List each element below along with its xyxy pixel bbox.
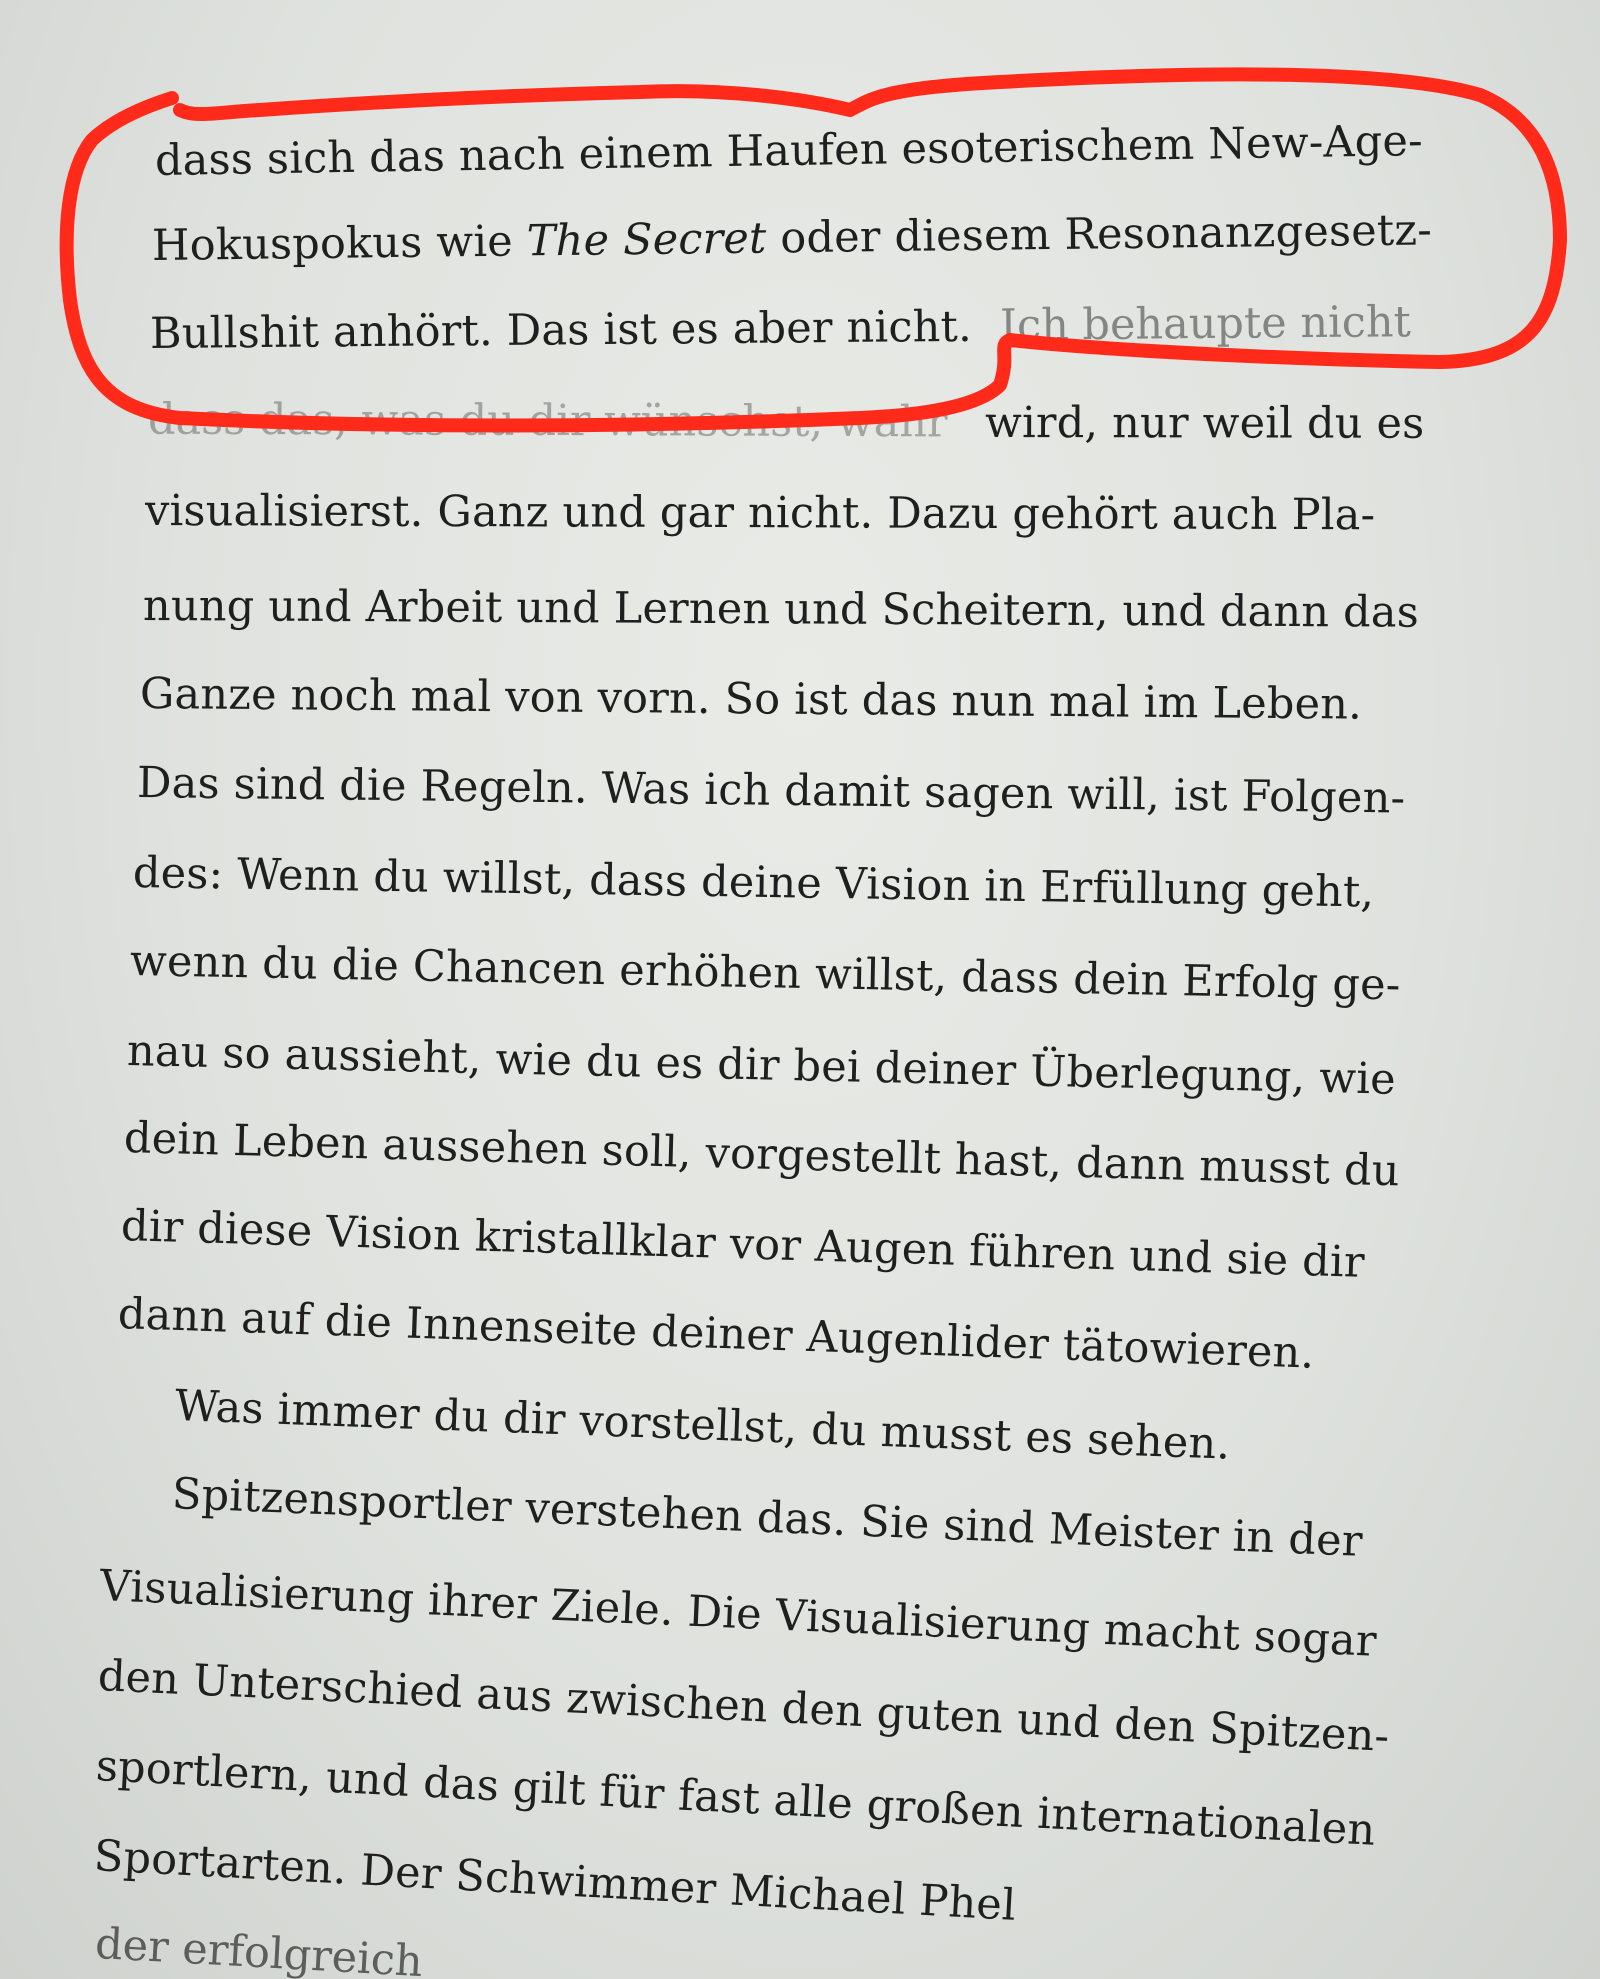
occluded-text-line-4-head: dass das, was du dir wünschst, wahr <box>147 394 948 448</box>
text-line-7: Ganze noch mal von vorn. So ist das nun … <box>139 669 1363 730</box>
text-line-15: Was immer du dir vorstellst, du musst es… <box>174 1381 1232 1470</box>
text-line-5: visualisierst. Ganz und gar nicht. Dazu … <box>144 486 1376 541</box>
text-line-10: wenn du die Chancen erhöhen willst, dass… <box>129 936 1401 1011</box>
text-line-2-end: oder diesem Resonanzgesetz- <box>766 205 1433 264</box>
text-line-1: dass sich das nach einem Haufen esoteris… <box>154 116 1424 186</box>
text-line-16: Spitzensportler verstehen das. Sie sind … <box>171 1469 1364 1567</box>
text-line-14: dann auf die Innenseite deiner Augenlide… <box>117 1289 1316 1379</box>
text-line-12: dein Leben aussehen soll, vorgestellt ha… <box>123 1113 1401 1197</box>
text-line-18: den Unterschied aus zwischen den guten u… <box>96 1651 1391 1762</box>
text-line-19: sportlern, und das gilt für fast alle gr… <box>94 1741 1377 1856</box>
text-line-20: Sportarten. Der Schwimmer Michael Phel <box>92 1831 1018 1931</box>
occluded-text-line-3-tail: Ich behaupte nicht <box>999 297 1412 351</box>
text-line-3: Bullshit anhört. Das ist es aber nicht. <box>149 301 973 359</box>
text-line-17: Visualisierung ihrer Ziele. Die Visualis… <box>98 1561 1378 1667</box>
text-line-21-partial: der erfolgreich <box>93 1918 424 1979</box>
text-line-2: Hokuspokus wie The Secret oder diesem Re… <box>151 205 1433 271</box>
text-line-13: dir diese Vision kristallklar vor Augen … <box>120 1201 1366 1288</box>
text-line-11: nau so aussieht, wie du es dir bei deine… <box>126 1026 1397 1105</box>
book-page: dass sich das nach einem Haufen esoteris… <box>0 0 1600 1979</box>
text-line-6: nung und Arbeit und Lernen und Scheitern… <box>142 581 1420 638</box>
paper-background: dass sich das nach einem Haufen esoteris… <box>0 0 1600 1979</box>
text-line-4: wird, nur weil du es <box>984 398 1425 449</box>
text-line-9: des: Wenn du willst, dass deine Vision i… <box>132 848 1375 918</box>
text-line-8: Das sind die Regeln. Was ich damit sagen… <box>136 758 1406 824</box>
text-line-2-start: Hokuspokus wie <box>151 216 528 271</box>
book-title-the-secret: The Secret <box>526 213 767 267</box>
